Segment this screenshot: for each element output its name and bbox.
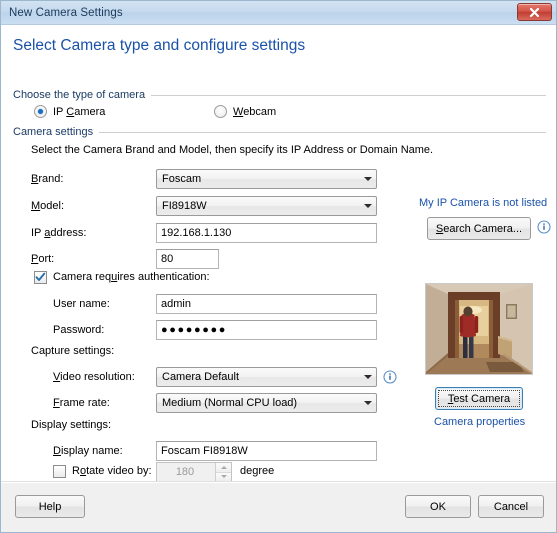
test-camera-focus-rect xyxy=(438,390,520,407)
ip-address-label: IP address: xyxy=(31,227,87,239)
help-button-label: Help xyxy=(38,500,62,513)
chevron-down-icon xyxy=(359,177,376,181)
chevron-down-icon[interactable] xyxy=(216,471,231,481)
model-combobox[interactable]: FI8918W xyxy=(156,196,377,216)
requires-auth-checkbox[interactable] xyxy=(34,271,47,284)
title-bar: New Camera Settings xyxy=(1,1,556,25)
my-ip-camera-not-listed-link[interactable]: My IP Camera is not listed xyxy=(419,197,547,209)
model-label: Model: xyxy=(31,200,65,212)
chevron-down-icon xyxy=(359,375,376,379)
user-name-input[interactable]: admin xyxy=(156,294,377,314)
camera-settings-group-label: Camera settings xyxy=(13,126,100,138)
cancel-button-label: Cancel xyxy=(493,500,529,513)
model-value: FI8918W xyxy=(162,200,207,212)
port-label: Port: xyxy=(31,253,55,265)
port-input[interactable]: 80 xyxy=(156,249,219,269)
radio-ip-camera-dot xyxy=(38,109,43,114)
radio-webcam-label[interactable]: Webcam xyxy=(233,106,276,118)
display-settings-label: Display settings: xyxy=(31,419,112,431)
window-title: New Camera Settings xyxy=(9,6,123,19)
test-camera-button[interactable]: Test Camera xyxy=(435,387,523,410)
dialog-window: New Camera Settings Select Camera type a… xyxy=(0,0,557,533)
brand-label: Brand: xyxy=(31,173,64,185)
video-resolution-value: Camera Default xyxy=(162,371,240,383)
chevron-down-icon xyxy=(359,204,376,208)
requires-auth-label[interactable]: Camera requires authentication: xyxy=(53,271,210,283)
rotate-video-checkbox[interactable] xyxy=(53,465,66,478)
password-label: Password: xyxy=(53,324,105,336)
radio-ip-camera[interactable] xyxy=(34,105,47,118)
search-camera-info-icon[interactable] xyxy=(537,220,551,234)
ok-button[interactable]: OK xyxy=(405,495,471,518)
camera-settings-group-rule xyxy=(93,132,546,133)
camera-settings-instruction: Select the Camera Brand and Model, then … xyxy=(31,144,434,156)
video-resolution-combobox[interactable]: Camera Default xyxy=(156,367,377,387)
search-camera-button-label: Search Camera... xyxy=(435,222,523,235)
rotate-video-label[interactable]: Rotate video by: xyxy=(72,465,152,477)
camera-type-group-label: Choose the type of camera xyxy=(13,89,152,101)
chevron-down-icon xyxy=(359,401,376,405)
frame-rate-label: Frame rate: xyxy=(53,397,110,409)
rotate-degree-value: 180 xyxy=(175,466,195,478)
radio-ip-camera-label[interactable]: IP Camera xyxy=(53,106,105,118)
camera-properties-link[interactable]: Camera properties xyxy=(434,416,525,428)
camera-type-group-rule xyxy=(149,95,546,96)
dialog-footer: Help OK Cancel xyxy=(1,482,556,532)
page-title: Select Camera type and configure setting… xyxy=(13,37,306,54)
dialog-content: Select Camera type and configure setting… xyxy=(1,25,556,482)
ok-button-label: OK xyxy=(430,500,446,513)
rotate-degree-spin-buttons[interactable] xyxy=(215,463,231,481)
capture-settings-label: Capture settings: xyxy=(31,345,115,357)
brand-combobox[interactable]: Foscam xyxy=(156,169,377,189)
cancel-button[interactable]: Cancel xyxy=(478,495,544,518)
video-resolution-info-icon[interactable] xyxy=(383,370,397,384)
frame-rate-combobox[interactable]: Medium (Normal CPU load) xyxy=(156,393,377,413)
rotate-degree-unit: degree xyxy=(240,465,275,477)
video-resolution-label: Video resolution: xyxy=(53,371,135,383)
camera-preview-image xyxy=(425,283,533,375)
frame-rate-value: Medium (Normal CPU load) xyxy=(162,397,298,409)
help-button[interactable]: Help xyxy=(15,495,85,518)
chevron-up-icon[interactable] xyxy=(216,463,231,472)
search-camera-button[interactable]: Search Camera... xyxy=(427,217,531,240)
brand-value: Foscam xyxy=(162,173,202,185)
user-name-label: User name: xyxy=(53,298,110,310)
rotate-degree-stepper[interactable]: 180 xyxy=(156,462,232,481)
radio-webcam[interactable] xyxy=(214,105,227,118)
ip-address-input[interactable]: 192.168.1.130 xyxy=(156,223,377,243)
display-name-label: Display name: xyxy=(53,445,123,457)
password-input[interactable]: ●●●●●●●● xyxy=(156,320,377,340)
display-name-input[interactable]: Foscam FI8918W xyxy=(156,441,377,461)
close-icon[interactable] xyxy=(517,3,552,21)
